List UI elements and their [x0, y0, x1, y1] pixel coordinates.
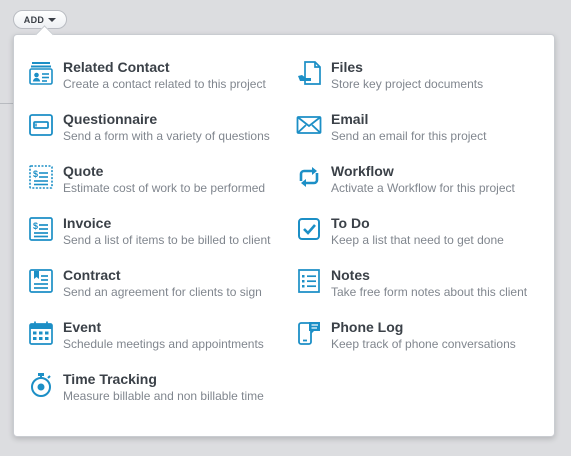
background-divider	[0, 103, 13, 104]
menu-item-related-contact[interactable]: Related Contact Create a contact related…	[28, 57, 278, 109]
menu-item-description: Keep track of phone conversations	[331, 337, 516, 351]
menu-item-description: Send an email for this project	[331, 129, 487, 143]
caret-down-icon	[48, 18, 57, 22]
menu-item-title: Invoice	[63, 215, 112, 231]
svg-text:$: $	[33, 169, 38, 179]
quote-icon: $	[28, 164, 54, 190]
menu-item-title: Quote	[63, 163, 104, 179]
notes-icon	[296, 268, 322, 294]
menu-item-event[interactable]: Event Schedule meetings and appointments	[28, 317, 278, 369]
menu-item-title: Notes	[331, 267, 370, 283]
add-button-label: ADD	[23, 14, 45, 25]
menu-item-workflow[interactable]: Workflow Activate a Workflow for this pr…	[296, 161, 546, 213]
invoice-icon: $	[28, 216, 54, 242]
add-button[interactable]: ADD	[13, 10, 67, 29]
menu-item-phone-log[interactable]: Phone Log Keep track of phone conversati…	[296, 317, 546, 369]
menu-item-title: Time Tracking	[63, 371, 157, 387]
menu-item-quote[interactable]: $ Quote Estimate cost of work to be perf…	[28, 161, 278, 213]
menu-column-left: Related Contact Create a contact related…	[28, 57, 278, 421]
menu-item-title: Questionnaire	[63, 111, 158, 127]
svg-text:$: $	[33, 221, 38, 231]
add-menu-dropdown: Related Contact Create a contact related…	[13, 34, 555, 437]
menu-item-title: Files	[331, 59, 363, 75]
menu-item-description: Send a list of items to be billed to cli…	[63, 233, 271, 247]
menu-column-right: Files Store key project documents Email …	[296, 57, 546, 369]
calendar-icon	[28, 320, 54, 346]
phone-icon	[296, 320, 322, 346]
menu-item-description: Measure billable and non billable time	[63, 389, 264, 403]
menu-item-time-tracking[interactable]: Time Tracking Measure billable and non b…	[28, 369, 278, 421]
menu-item-description: Send an agreement for clients to sign	[63, 285, 262, 299]
menu-item-questionnaire[interactable]: Questionnaire Send a form with a variety…	[28, 109, 278, 161]
workflow-icon	[296, 164, 322, 190]
menu-item-description: Schedule meetings and appointments	[63, 337, 264, 351]
menu-item-files[interactable]: Files Store key project documents	[296, 57, 546, 109]
menu-item-invoice[interactable]: $ Invoice Send a list of items to be bil…	[28, 213, 278, 265]
menu-item-title: Email	[331, 111, 369, 127]
menu-item-email[interactable]: Email Send an email for this project	[296, 109, 546, 161]
contract-icon	[28, 268, 54, 294]
menu-item-notes[interactable]: Notes Take free form notes about this cl…	[296, 265, 546, 317]
menu-item-description: Estimate cost of work to be performed	[63, 181, 266, 195]
menu-item-description: Activate a Workflow for this project	[331, 181, 515, 195]
menu-item-title: To Do	[331, 215, 370, 231]
menu-item-description: Take free form notes about this client	[331, 285, 528, 299]
menu-item-title: Related Contact	[63, 59, 170, 75]
menu-item-title: Workflow	[331, 163, 394, 179]
menu-item-title: Event	[63, 319, 102, 335]
envelope-icon	[296, 112, 322, 138]
file-icon	[296, 60, 322, 86]
checkbox-icon	[296, 216, 322, 242]
menu-item-title: Contract	[63, 267, 121, 283]
menu-item-description: Store key project documents	[331, 77, 484, 91]
menu-item-description: Keep a list that need to get done	[331, 233, 504, 247]
menu-item-contract[interactable]: Contract Send an agreement for clients t…	[28, 265, 278, 317]
menu-item-title: Phone Log	[331, 319, 404, 335]
questionnaire-icon	[28, 112, 54, 138]
menu-item-description: Send a form with a variety of questions	[63, 129, 270, 143]
menu-item-to-do[interactable]: To Do Keep a list that need to get done	[296, 213, 546, 265]
menu-item-description: Create a contact related to this project	[63, 77, 266, 91]
stopwatch-icon	[28, 372, 54, 398]
related-contact-icon	[28, 60, 54, 86]
